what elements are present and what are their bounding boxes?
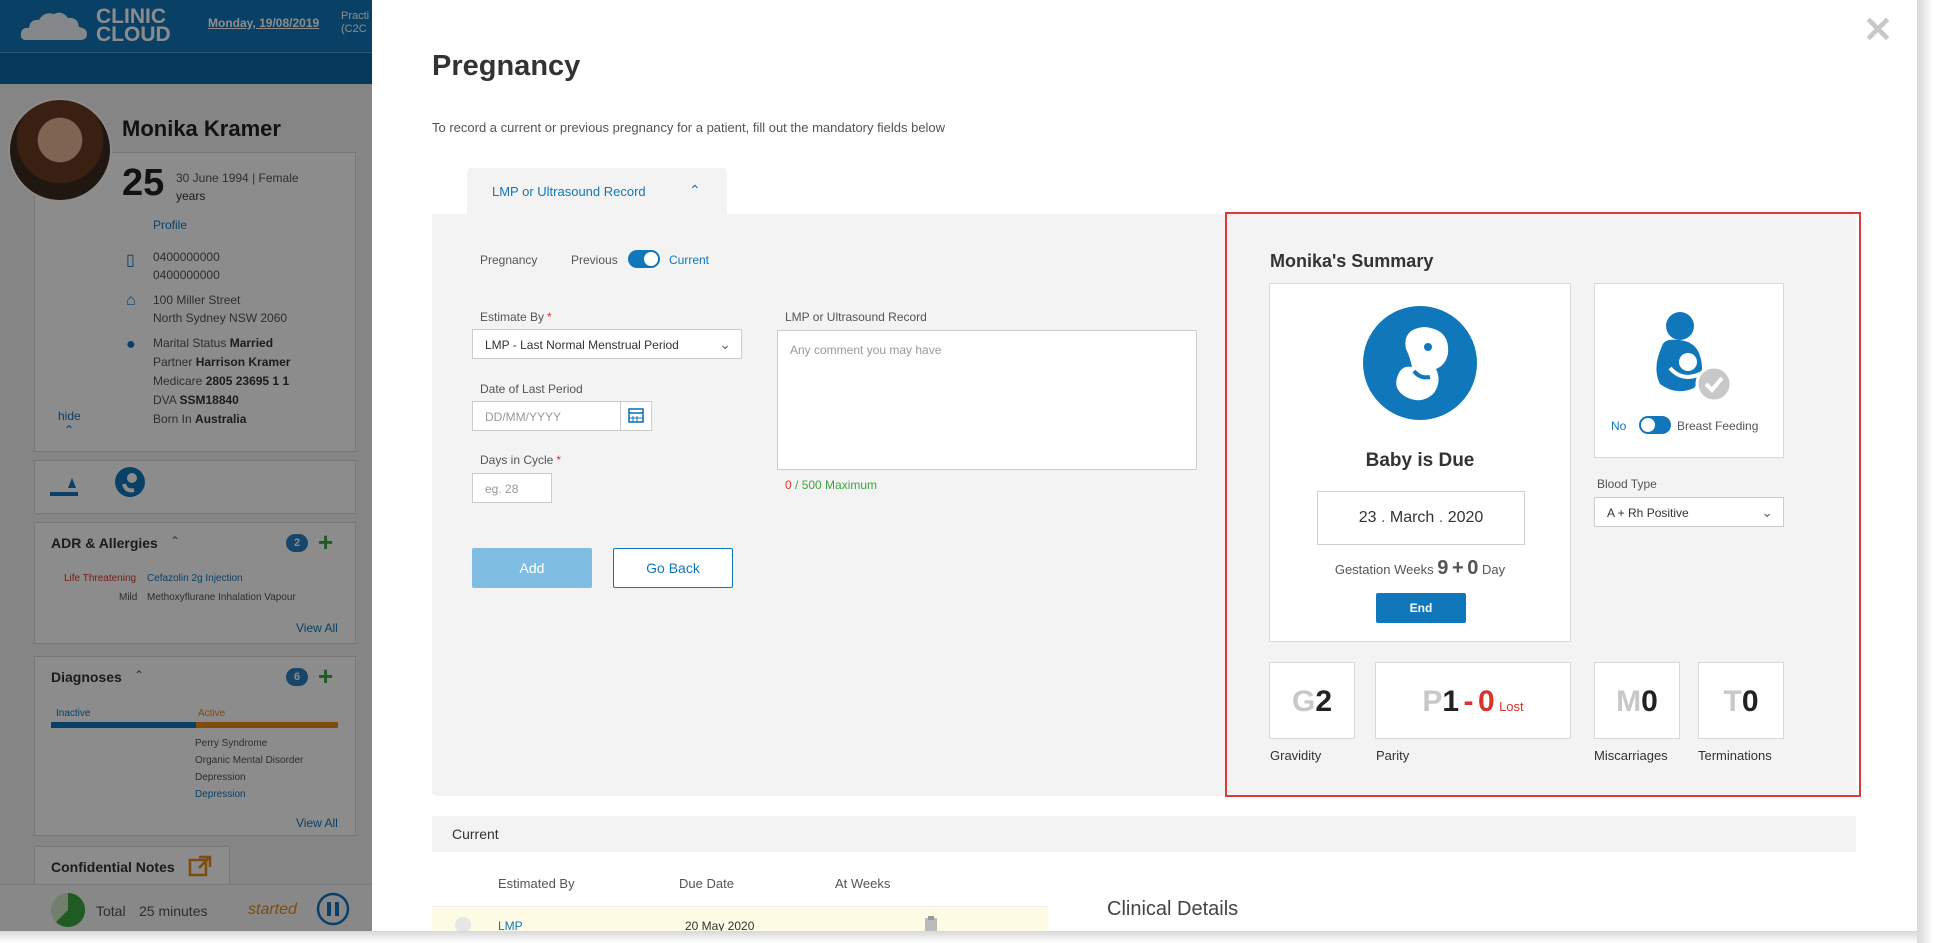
page-shadow-bottom — [0, 931, 1933, 943]
baby-due-title: Baby is Due — [1365, 450, 1475, 471]
row-estimated-by[interactable]: LMP — [498, 919, 523, 931]
go-back-button[interactable]: Go Back — [613, 548, 733, 588]
gestation-readout: Gestation Weeks 9 + 0 Day — [1334, 557, 1506, 579]
days-in-cycle-label: Days in Cycle * — [480, 453, 562, 467]
breast-feeding-icon — [1656, 312, 1733, 403]
end-pregnancy-button[interactable]: End — [1376, 593, 1466, 623]
blood-type-label: Blood Type — [1597, 477, 1657, 491]
tab-lmp-ultrasound[interactable]: LMP or Ultrasound Record ⌃ — [467, 168, 727, 216]
close-icon[interactable]: ✕ — [1863, 12, 1893, 48]
pregnancy-label: Pregnancy — [480, 253, 538, 267]
summary-title: Monika's Summary — [1270, 251, 1434, 271]
column-at-weeks: At Weeks — [835, 876, 891, 891]
due-date-display: 23 . March . 2020 — [1317, 491, 1525, 545]
fetus-icon — [1363, 306, 1477, 420]
chevron-down-icon: ⌄ — [719, 336, 731, 352]
character-counter: 0 / 500 Maximum — [785, 478, 878, 492]
record-label: LMP or Ultrasound Record — [785, 310, 927, 324]
toggle-previous-label: Previous — [571, 253, 618, 267]
gravidity-box: G2 — [1269, 662, 1355, 739]
date-last-period-input[interactable]: DD/MM/YYYY — [472, 401, 621, 431]
table-row[interactable]: LMP 20 May 2020 — [432, 906, 1048, 931]
row-check-icon[interactable] — [454, 916, 472, 931]
add-button[interactable]: Add — [472, 548, 592, 588]
breast-feeding-toggle[interactable] — [1639, 416, 1671, 434]
toggle-current-label: Current — [669, 253, 710, 267]
miscarriages-box: M0 — [1594, 662, 1680, 739]
parity-caption: Parity — [1376, 748, 1410, 763]
modal-title: Pregnancy — [432, 50, 581, 82]
clinical-details-title: Clinical Details — [1107, 898, 1239, 920]
estimate-by-label: Estimate By * — [480, 310, 552, 324]
page-shadow-right — [1917, 0, 1933, 943]
days-in-cycle-input[interactable]: eg. 28 — [472, 473, 552, 503]
blood-type-select[interactable]: A + Rh Positive ⌄ — [1594, 497, 1784, 527]
gravidity-caption: Gravidity — [1270, 748, 1322, 763]
column-estimated-by: Estimated By — [498, 876, 575, 891]
row-due-date: 20 May 2020 — [685, 919, 755, 931]
chevron-up-icon: ⌃ — [689, 182, 701, 198]
modal-backdrop[interactable] — [0, 0, 372, 931]
record-textarea[interactable]: Any comment you may have — [777, 330, 1197, 470]
current-section-bar: Current — [432, 816, 1856, 852]
background-app: CLINIC CLOUD Monday, 19/08/2019 Practi (C2… — [0, 0, 372, 931]
current-title: Current — [452, 826, 499, 842]
date-last-period-label: Date of Last Period — [480, 382, 583, 396]
estimate-by-select[interactable]: LMP - Last Normal Menstrual Period ⌄ — [472, 329, 742, 359]
terminations-caption: Terminations — [1698, 748, 1772, 763]
calendar-icon — [628, 408, 644, 423]
miscarriages-caption: Miscarriages — [1594, 748, 1668, 763]
tab-label: LMP or Ultrasound Record — [492, 184, 646, 199]
calendar-button[interactable] — [620, 401, 652, 431]
modal-description: To record a current or previous pregnanc… — [432, 120, 946, 135]
breast-feeding-label: Breast Feeding — [1677, 419, 1759, 433]
parity-box: P1 - 0 Lost — [1375, 662, 1571, 739]
column-due-date: Due Date — [679, 876, 734, 891]
pregnancy-modal: ✕ Pregnancy To record a current or previ… — [372, 0, 1917, 931]
terminations-box: T0 — [1698, 662, 1784, 739]
breast-feeding-no-label: No — [1611, 419, 1627, 433]
chevron-down-icon: ⌄ — [1761, 504, 1773, 520]
pregnancy-current-toggle[interactable] — [628, 250, 660, 268]
clipboard-icon[interactable] — [924, 915, 938, 931]
